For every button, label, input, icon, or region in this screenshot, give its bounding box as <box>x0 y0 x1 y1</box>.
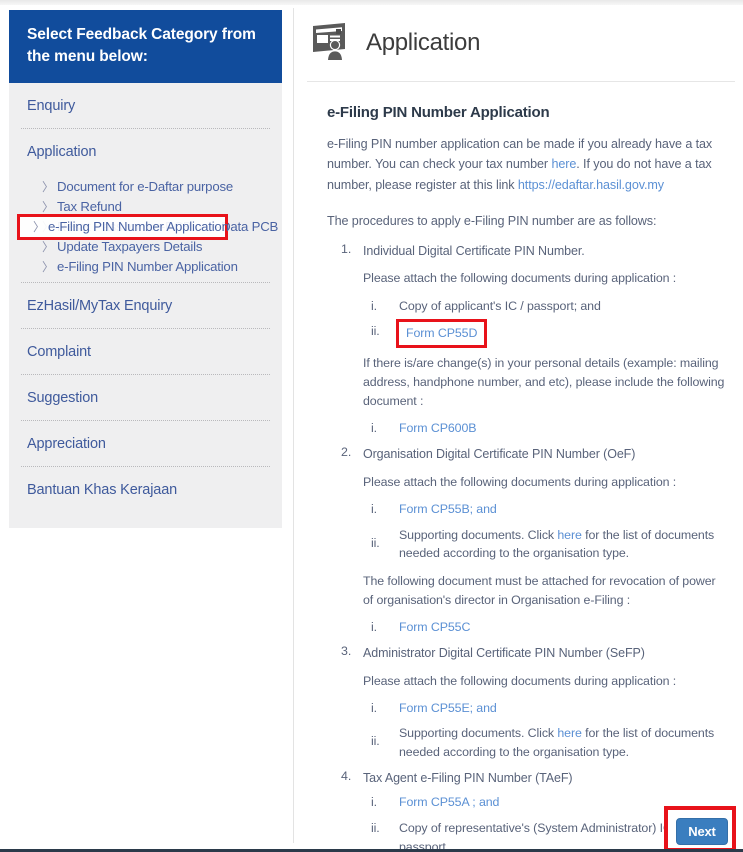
step-attach-note: Please attach the following documents du… <box>363 474 677 489</box>
list-item: ii. Supporting documents. Click here for… <box>371 724 727 761</box>
intro-paragraph: e-Filing PIN number application can be m… <box>327 134 727 195</box>
step-2-sublist: i. Form CP55B; and ii. Supporting docume… <box>371 500 727 563</box>
step-item-1: Individual Digital Certificate PIN Numbe… <box>341 242 727 438</box>
sidebar-subitem-label-highlighted: e-Filing PIN Number Application <box>48 219 229 234</box>
sidebar-header-title: Select Feedback Category from the menu b… <box>9 10 282 83</box>
step-change-note: If there is/are change(s) in your person… <box>363 355 725 409</box>
form-cp55c-link[interactable]: Form CP55C <box>399 620 470 634</box>
step-title: Organisation Digital Certificate PIN Num… <box>363 447 636 462</box>
form-cp55e-link[interactable]: Form CP55E; and <box>399 701 497 715</box>
form-cp600b-link[interactable]: Form CP600B <box>399 421 477 435</box>
sidebar-item-label: Application <box>27 144 97 160</box>
sidebar-item-ezhasil-mytax-enquiry[interactable]: EzHasil/MyTax Enquiry <box>9 283 282 328</box>
step-2-sublist-2: i. Form CP55C <box>371 618 727 637</box>
sidebar-item-application[interactable]: Application <box>9 129 282 174</box>
sidebar-item-label: EzHasil/MyTax Enquiry <box>27 298 173 314</box>
annotation-box-form-cp55d: Form CP55D <box>395 319 488 348</box>
sidebar-item-suggestion[interactable]: Suggestion <box>9 375 282 420</box>
sidebar-subitem-tax-refund[interactable]: 〉 Tax Refund <box>9 196 282 216</box>
section-title: e-Filing PIN Number Application <box>327 104 550 121</box>
sidebar-subitem-label: Document for e-Daftar purpose <box>57 178 233 194</box>
sidebar-item-label: Enquiry <box>27 98 76 114</box>
sidebar-subitem-label: Tax Refund <box>57 198 122 214</box>
supporting-documents-here-link[interactable]: here <box>557 726 582 740</box>
sidebar-item-label: Appreciation <box>27 436 106 452</box>
pane-divider <box>293 8 294 843</box>
roman-marker: i. <box>371 501 377 516</box>
form-cp55b-link[interactable]: Form CP55B; and <box>399 502 497 516</box>
content-area: e-Filing PIN Number Application e-Filing… <box>305 104 735 852</box>
sidebar-subitem-label: e-Filing PIN Number Application <box>57 258 238 274</box>
edaftar-url-link[interactable]: https://edaftar.hasil.gov.my <box>518 178 664 192</box>
sidebar-item-appreciation[interactable]: Appreciation <box>9 421 282 466</box>
chevron-right-icon: 〉 <box>42 180 54 194</box>
procedures-lead: The procedures to apply e-Filing PIN num… <box>327 214 657 229</box>
list-item: i. Form CP55C <box>371 618 727 637</box>
procedure-steps-list: Individual Digital Certificate PIN Numbe… <box>341 242 727 852</box>
step-attach-note: Please attach the following documents du… <box>363 673 677 688</box>
list-item-text-before: Supporting documents. Click <box>399 527 558 542</box>
main-panel: Application e-Filing PIN Number Applicat… <box>305 12 735 852</box>
step-1-sublist: i. Copy of applicant's IC / passport; an… <box>371 297 727 348</box>
chevron-right-icon: 〉 <box>42 260 54 274</box>
supporting-documents-here-link[interactable]: here <box>557 528 582 542</box>
sidebar-item-bantuan-khas-kerajaan[interactable]: Bantuan Khas Kerajaan <box>9 467 282 512</box>
roman-marker: i. <box>371 421 377 436</box>
next-button-area: Next <box>664 806 736 852</box>
list-item-text-before: Supporting documents. Click <box>399 726 558 741</box>
list-item: i. Copy of applicant's IC / passport; an… <box>371 297 727 316</box>
sidebar-item-label: Complaint <box>27 344 91 360</box>
step-attach-note: Please attach the following documents du… <box>363 271 677 286</box>
roman-marker: ii. <box>371 734 380 749</box>
step-item-2: Organisation Digital Certificate PIN Num… <box>341 445 727 637</box>
step-3-sublist: i. Form CP55E; and ii. Supporting docume… <box>371 699 727 762</box>
form-cp55d-link[interactable]: Form CP55D <box>406 326 477 340</box>
chevron-right-icon: 〉 <box>42 200 54 214</box>
list-item: i. Form CP55B; and <box>371 500 727 519</box>
list-item-text: Copy of applicant's IC / passport; and <box>399 298 601 313</box>
roman-marker: i. <box>371 700 377 715</box>
top-strip <box>0 0 743 5</box>
roman-marker: i. <box>371 620 377 635</box>
application-card-person-icon <box>309 20 353 65</box>
step-title: Tax Agent e-Filing PIN Number (TAeF) <box>363 770 573 785</box>
roman-marker: ii. <box>371 324 380 339</box>
step-title: Individual Digital Certificate PIN Numbe… <box>363 243 585 258</box>
step-revoke-note: The following document must be attached … <box>363 573 716 608</box>
chevron-right-icon: 〉 <box>42 240 54 254</box>
page-root: Select Feedback Category from the menu b… <box>0 0 743 852</box>
chevron-right-icon: 〉 <box>33 220 45 234</box>
sidebar-subitem-label: Update Taxpayers Details <box>57 238 203 254</box>
roman-marker: i. <box>371 795 377 810</box>
sidebar-subitem-document-for-e-daftar[interactable]: 〉 Document for e-Daftar purpose <box>9 176 282 196</box>
list-item: ii. Supporting documents. Click here for… <box>371 526 727 563</box>
list-item-text: Copy of representative's (System Adminis… <box>399 821 679 852</box>
annotation-sidebar-selection-label: 〉 e-Filing PIN Number Application <box>17 214 229 240</box>
check-tax-number-link[interactable]: here <box>551 157 576 171</box>
roman-marker: ii. <box>371 821 380 836</box>
sidebar-item-label: Bantuan Khas Kerajaan <box>27 482 178 498</box>
sidebar-subitem-efiling-pin-number-application[interactable]: 〉 e-Filing PIN Number Application <box>9 256 282 276</box>
sidebar-item-enquiry[interactable]: Enquiry <box>9 83 282 128</box>
roman-marker: i. <box>371 298 377 313</box>
sidebar-item-complaint[interactable]: Complaint <box>9 329 282 374</box>
step-item-3: Administrator Digital Certificate PIN Nu… <box>341 644 727 762</box>
list-item: i. Form CP600B <box>371 419 727 438</box>
step-1-sublist-2: i. Form CP600B <box>371 419 727 438</box>
roman-marker: ii. <box>371 535 380 550</box>
sidebar-item-label: Suggestion <box>27 390 99 406</box>
page-title: Application <box>366 28 481 56</box>
page-header: Application <box>305 12 735 81</box>
form-cp55a-link[interactable]: Form CP55A ; and <box>399 795 499 809</box>
step-title: Administrator Digital Certificate PIN Nu… <box>363 645 645 660</box>
header-rule <box>307 81 735 82</box>
next-button[interactable]: Next <box>676 818 728 845</box>
list-item: i. Form CP55E; and <box>371 699 727 718</box>
feedback-category-sidebar: Select Feedback Category from the menu b… <box>9 10 282 528</box>
list-item: ii. Form CP55D <box>371 319 727 348</box>
